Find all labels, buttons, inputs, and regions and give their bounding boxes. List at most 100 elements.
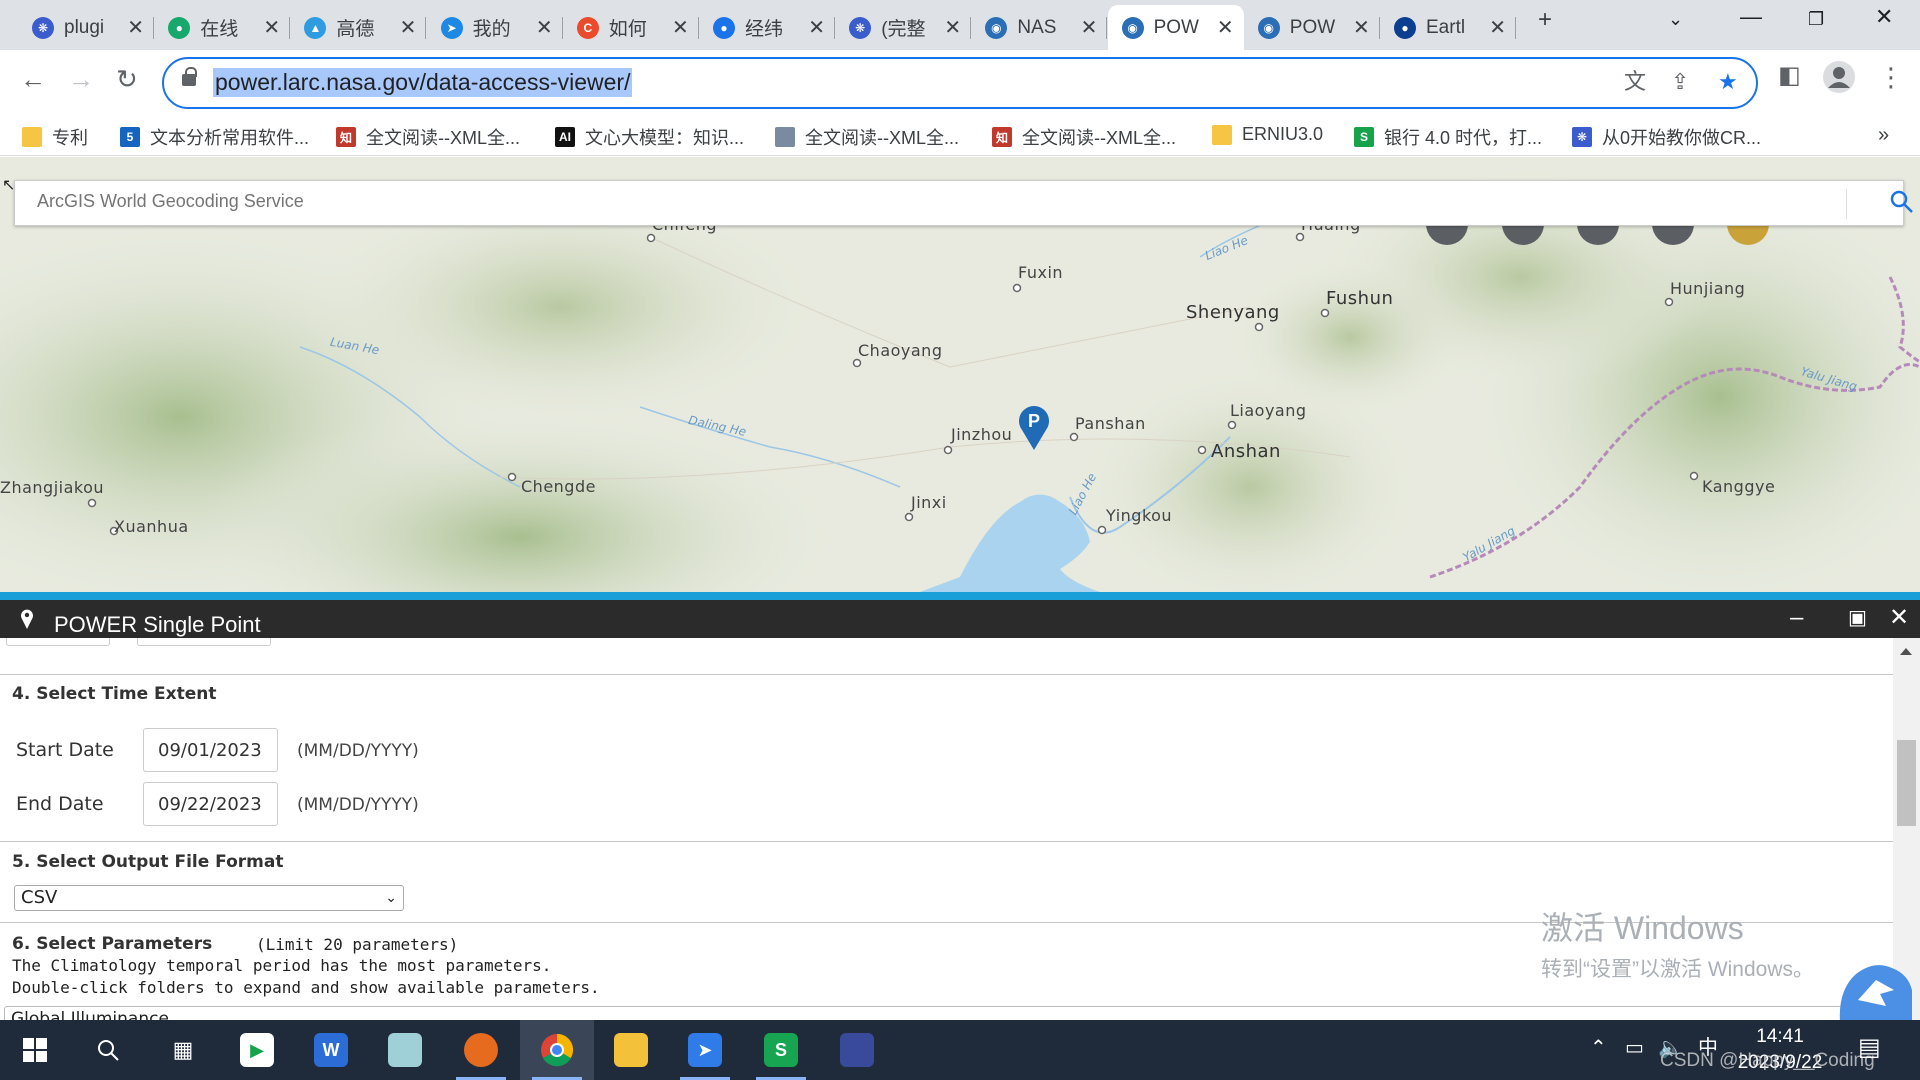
profile-avatar[interactable] — [1822, 60, 1856, 98]
close-tab-icon[interactable]: ✕ — [263, 18, 280, 38]
browser-tab[interactable]: ❋ (完整 ✕ — [835, 5, 972, 50]
bookmark-item[interactable]: AI 文心大模型：知识... — [555, 124, 744, 150]
bookmark-item[interactable]: 知全文阅读--XML全... — [336, 124, 520, 150]
taskbar-app-firefox[interactable] — [444, 1020, 518, 1080]
scrollbar-thumb[interactable] — [1897, 740, 1916, 826]
panel-accent-bar — [0, 592, 1920, 600]
close-tab-icon[interactable]: ✕ — [1217, 18, 1234, 38]
close-tab-icon[interactable]: ✕ — [1081, 18, 1098, 38]
scroll-up-arrow-icon[interactable] — [1900, 648, 1912, 655]
notification-center-icon[interactable]: ▤ — [1858, 1036, 1881, 1060]
minimize-window-button[interactable]: — — [1740, 6, 1762, 28]
share-icon[interactable]: ⇪ — [1671, 71, 1689, 93]
browser-tab[interactable]: ◉ NAS ✕ — [971, 5, 1108, 50]
bookmark-item[interactable]: 专利 — [22, 124, 88, 150]
tab-search-chevron-icon[interactable]: ⌄ — [1668, 10, 1683, 28]
time-extent-heading: 4. Select Time Extent — [12, 684, 217, 704]
bookmark-item[interactable]: ❋ 从0开始教你做CR... — [1572, 124, 1761, 150]
taskbar-app-dolphin[interactable] — [820, 1020, 894, 1080]
taskbar-app-notes[interactable] — [368, 1020, 442, 1080]
reload-button[interactable]: ↻ — [116, 66, 138, 92]
address-bar[interactable]: power.larc.nasa.gov/data-access-viewer/ … — [162, 57, 1758, 109]
lock-icon[interactable] — [182, 67, 197, 86]
cnki-icon: 知 — [336, 127, 356, 147]
panel-maximize-button[interactable]: ▣ — [1848, 608, 1867, 628]
side-panel-icon[interactable]: ◧ — [1778, 64, 1801, 88]
forward-button[interactable]: → — [68, 66, 94, 92]
close-tab-icon[interactable]: ✕ — [944, 18, 961, 38]
taskbar-app-wps[interactable]: S — [744, 1020, 818, 1080]
close-tab-icon[interactable]: ✕ — [400, 18, 417, 38]
browser-tab[interactable]: ● 经纬 ✕ — [699, 5, 835, 50]
folder-icon — [614, 1033, 648, 1067]
new-tab-button[interactable]: + — [1538, 8, 1552, 32]
panel-minimize-button[interactable]: – — [1790, 606, 1803, 630]
amap-icon: ▲ — [304, 16, 327, 39]
firefox-icon — [464, 1033, 498, 1067]
close-tab-icon[interactable]: ✕ — [672, 18, 689, 38]
bookmark-item[interactable]: S 银行 4.0 时代，打... — [1354, 124, 1542, 150]
browser-tab[interactable]: ◉ POW ✕ — [1244, 5, 1380, 50]
previous-input[interactable] — [137, 638, 271, 646]
kebab-menu-icon[interactable]: ⋮ — [1878, 64, 1904, 90]
translate-icon[interactable]: 文 — [1624, 71, 1646, 93]
tray-overflow-chevron-icon[interactable]: ⌃ — [1590, 1038, 1607, 1058]
bookmark-item[interactable]: ERNIU3.0 — [1212, 124, 1323, 145]
taskbar-app-word[interactable]: W — [294, 1020, 368, 1080]
clock-time: 14:41 — [1756, 1026, 1804, 1047]
close-tab-icon[interactable]: ✕ — [1353, 18, 1370, 38]
bookmark-item[interactable]: 全文阅读--XML全... — [775, 124, 959, 150]
end-date-input[interactable] — [143, 782, 278, 826]
city-label-chaoyang: Chaoyang — [858, 341, 943, 360]
close-tab-icon[interactable]: ✕ — [1489, 18, 1506, 38]
output-format-select[interactable]: CSV ⌄ — [14, 885, 404, 911]
geocoding-search-input[interactable] — [37, 191, 1837, 212]
task-view-icon: ▦ — [172, 1037, 194, 1062]
output-format-value: CSV — [21, 887, 58, 908]
browser-tab[interactable]: ➤ 我的 ✕ — [427, 5, 563, 50]
bookmark-star-icon[interactable]: ★ — [1718, 71, 1738, 93]
taskbar-app-feishu[interactable]: ➤ — [668, 1020, 742, 1080]
taskbar-app-explorer[interactable] — [594, 1020, 668, 1080]
paper-plane-icon: ➤ — [440, 16, 463, 39]
windows-logo-icon — [23, 1038, 47, 1062]
close-tab-icon[interactable]: ✕ — [127, 18, 144, 38]
taskbar-search-button[interactable] — [70, 1020, 146, 1080]
collapse-arrow-icon[interactable]: ↖ — [2, 175, 15, 195]
bookmark-item[interactable]: 知全文阅读--XML全... — [992, 124, 1176, 150]
task-view-button[interactable]: ▦ — [146, 1020, 220, 1080]
browser-tab[interactable]: ◉ POW ✕ — [1107, 5, 1244, 50]
previous-input[interactable] — [6, 638, 110, 646]
browser-tab[interactable]: ● 在线 ✕ — [154, 5, 291, 50]
bookmark-label: 文本分析常用软件... — [150, 128, 310, 148]
start-button[interactable] — [0, 1020, 70, 1080]
parameter-tree[interactable]: Global Illuminance — [4, 1006, 1892, 1020]
start-date-input[interactable] — [143, 728, 278, 772]
floating-bird-widget-icon[interactable] — [1836, 960, 1912, 1025]
network-icon[interactable]: ▭ — [1625, 1038, 1644, 1058]
divider — [0, 674, 1893, 675]
globe-icon: ● — [713, 16, 735, 39]
bookmark-item[interactable]: 5 文本分析常用软件... — [120, 124, 309, 150]
browser-tab[interactable]: ● Eartl ✕ — [1380, 5, 1516, 50]
back-button[interactable]: ← — [20, 66, 46, 92]
close-tab-icon[interactable]: ✕ — [808, 18, 825, 38]
city-label-zhangjiakou: Zhangjiakou — [0, 478, 105, 497]
taskbar-app-chrome[interactable] — [520, 1020, 594, 1080]
parameter-folder-global-illuminance[interactable]: Global Illuminance — [11, 1009, 169, 1020]
map-view[interactable]: Chifeng Fuxin Shenyang Fushun Hunjiang C… — [0, 157, 1920, 592]
more-bookmarks-button[interactable]: » — [1878, 124, 1889, 147]
restore-window-button[interactable]: ❐ — [1808, 10, 1824, 28]
parameters-note-1: The Climatology temporal period has the … — [12, 956, 552, 975]
close-tab-icon[interactable]: ✕ — [536, 18, 553, 38]
taskbar-app-video[interactable]: ▶ — [220, 1020, 294, 1080]
folder-icon — [1212, 124, 1232, 145]
search-icon — [98, 1040, 119, 1061]
browser-tab[interactable]: ❋ plugi ✕ — [18, 5, 154, 50]
browser-tab[interactable]: ▲ 高德 ✕ — [290, 5, 427, 50]
panel-close-button[interactable]: ✕ — [1889, 606, 1909, 630]
close-window-button[interactable]: ✕ — [1875, 6, 1893, 28]
url-text[interactable]: power.larc.nasa.gov/data-access-viewer/ — [213, 68, 633, 97]
tab-title: 在线 — [200, 19, 239, 40]
browser-tab[interactable]: C 如何 ✕ — [563, 5, 699, 50]
